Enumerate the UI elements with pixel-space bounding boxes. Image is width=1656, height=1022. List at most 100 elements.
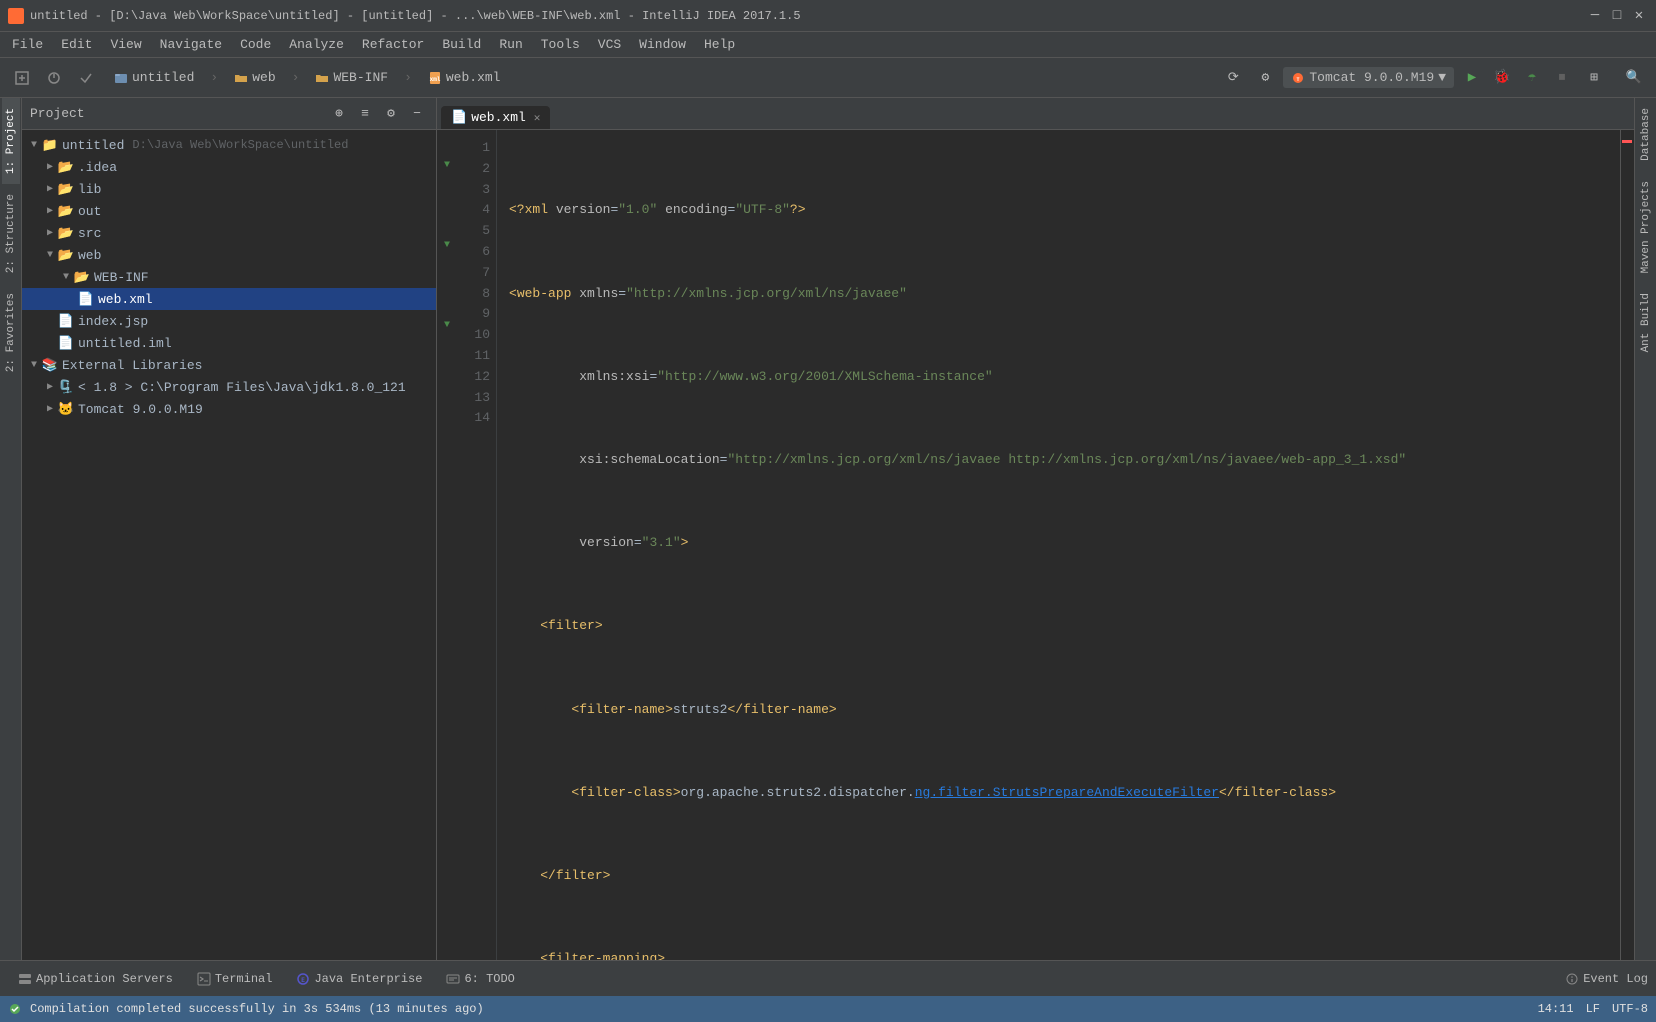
menu-run[interactable]: Run — [491, 35, 530, 54]
tree-item-jdk[interactable]: ▶ 🗜️ < 1.8 > C:\Program Files\Java\jdk1.… — [22, 376, 436, 398]
tab-close-webxml[interactable]: ✕ — [534, 111, 541, 125]
project-panel-title: Project — [30, 106, 324, 121]
toolbar-icon-3[interactable] — [72, 64, 100, 92]
sidebar-item-structure[interactable]: 2: Structure — [2, 184, 20, 283]
menu-code[interactable]: Code — [232, 35, 279, 54]
menu-analyze[interactable]: Analyze — [281, 35, 352, 54]
gutter-7 — [439, 258, 455, 278]
todo-icon — [446, 972, 460, 986]
tree-arrow-out[interactable]: ▶ — [42, 203, 58, 219]
tree-item-idea[interactable]: ▶ 📂 .idea — [22, 156, 436, 178]
coverage-button[interactable]: ☂ — [1518, 64, 1546, 92]
tree-item-lib[interactable]: ▶ 📂 lib — [22, 178, 436, 200]
gutter-icons: ▼ ▼ ▼ — [437, 130, 457, 960]
panel-settings-icon[interactable]: ⚙ — [380, 103, 402, 125]
project-tree: ▼ 📁 untitled D:\Java Web\WorkSpace\untit… — [22, 130, 436, 960]
menu-navigate[interactable]: Navigate — [152, 35, 230, 54]
gutter-6[interactable]: ▼ — [439, 238, 455, 258]
jsp-file-icon: 📄 — [58, 313, 74, 329]
menu-build[interactable]: Build — [434, 35, 489, 54]
window-controls[interactable]: ─ □ ✕ — [1586, 7, 1648, 25]
out-folder-icon: 📂 — [58, 203, 74, 219]
tree-arrow-jdk[interactable]: ▶ — [42, 379, 58, 395]
webxml-file-icon: 📄 — [78, 291, 94, 307]
tree-arrow-web[interactable]: ▼ — [42, 247, 58, 263]
status-encoding[interactable]: UTF-8 — [1612, 1002, 1648, 1016]
toolbar-icon-2[interactable] — [40, 64, 68, 92]
sidebar-item-favorites[interactable]: 2: Favorites — [2, 283, 20, 382]
tree-arrow-tomcat[interactable]: ▶ — [42, 401, 58, 417]
tree-item-src[interactable]: ▶ 📂 src — [22, 222, 436, 244]
stop-button[interactable]: ⏹ — [1548, 64, 1576, 92]
toolbar-tab-web[interactable]: web — [224, 66, 285, 89]
tree-item-extlibs[interactable]: ▼ 📚 External Libraries — [22, 354, 436, 376]
svg-text:xml: xml — [429, 76, 440, 83]
tree-arrow-webinf[interactable]: ▼ — [58, 269, 74, 285]
sidebar-item-ant[interactable]: Ant Build — [1637, 283, 1655, 362]
menu-edit[interactable]: Edit — [53, 35, 100, 54]
tree-item-out[interactable]: ▶ 📂 out — [22, 200, 436, 222]
sidebar-item-database[interactable]: Database — [1637, 98, 1655, 171]
status-linesep[interactable]: LF — [1586, 1002, 1600, 1016]
run-config-selector[interactable]: T Tomcat 9.0.0.M19 ▼ — [1283, 67, 1454, 88]
menu-window[interactable]: Window — [631, 35, 694, 54]
toolbar-layout-icon[interactable]: ⊞ — [1580, 64, 1608, 92]
tree-item-webxml[interactable]: 📄 web.xml — [22, 288, 436, 310]
debug-button[interactable]: 🐞 — [1488, 64, 1516, 92]
bottom-tab-javaee[interactable]: E Java Enterprise — [286, 968, 432, 990]
toolbar-settings-icon[interactable]: ⚙ — [1251, 64, 1279, 92]
tree-item-tomcat[interactable]: ▶ 🐱 Tomcat 9.0.0.M19 — [22, 398, 436, 420]
toolbar-icon-1[interactable] — [8, 64, 36, 92]
menu-refactor[interactable]: Refactor — [354, 35, 432, 54]
bottom-tab-appservers[interactable]: Application Servers — [8, 968, 183, 990]
toolbar-tab-untitled[interactable]: untitled — [104, 66, 204, 89]
tree-arrow-lib[interactable]: ▶ — [42, 181, 58, 197]
idea-folder-icon: 📂 — [58, 159, 74, 175]
tree-item-iml[interactable]: 📄 untitled.iml — [22, 332, 436, 354]
run-config-label: Tomcat 9.0.0.M19 — [1309, 70, 1434, 85]
xml-tab-icon: 📄 — [451, 110, 467, 125]
bottom-tab-terminal[interactable]: Terminal — [187, 968, 283, 990]
editor-content[interactable]: ▼ ▼ ▼ 1 2 3 4 5 6 — [437, 130, 1634, 960]
event-log-button[interactable]: Event Log — [1565, 972, 1648, 986]
run-button[interactable]: ▶ — [1458, 64, 1486, 92]
panel-locate-icon[interactable]: ⊕ — [328, 103, 350, 125]
title-bar: untitled - [D:\Java Web\WorkSpace\untitl… — [0, 0, 1656, 32]
close-button[interactable]: ✕ — [1630, 7, 1648, 25]
gutter-2[interactable]: ▼ — [439, 158, 455, 178]
minimize-button[interactable]: ─ — [1586, 7, 1604, 25]
menu-tools[interactable]: Tools — [533, 35, 588, 54]
menu-view[interactable]: View — [102, 35, 149, 54]
line-num-4: 4 — [457, 200, 490, 221]
maximize-button[interactable]: □ — [1608, 7, 1626, 25]
panel-collapse-icon[interactable]: ≡ — [354, 103, 376, 125]
bottom-bar: Application Servers Terminal E Java Ente… — [0, 960, 1656, 996]
sidebar-item-maven[interactable]: Maven Projects — [1637, 171, 1655, 283]
editor-tab-webxml[interactable]: 📄 web.xml ✕ — [441, 106, 550, 129]
line-num-13: 13 — [457, 388, 490, 409]
sidebar-item-project[interactable]: 1: Project — [2, 98, 20, 184]
code-area[interactable]: <?xml version="1.0" encoding="UTF-8"?> <… — [497, 130, 1620, 960]
tree-arrow-untitled[interactable]: ▼ — [26, 137, 42, 153]
tree-item-untitled[interactable]: ▼ 📁 untitled D:\Java Web\WorkSpace\untit… — [22, 134, 436, 156]
menu-bar: File Edit View Navigate Code Analyze Ref… — [0, 32, 1656, 58]
tree-arrow-src[interactable]: ▶ — [42, 225, 58, 241]
tree-arrow-idea[interactable]: ▶ — [42, 159, 58, 175]
menu-help[interactable]: Help — [696, 35, 743, 54]
tree-item-web[interactable]: ▼ 📂 web — [22, 244, 436, 266]
editor-area: 📄 web.xml ✕ ▼ ▼ ▼ — [437, 98, 1634, 960]
menu-file[interactable]: File — [4, 35, 51, 54]
bottom-tab-todo[interactable]: 6: TODO — [436, 968, 524, 990]
menu-vcs[interactable]: VCS — [590, 35, 629, 54]
panel-hide-icon[interactable]: − — [406, 103, 428, 125]
code-line-5: version="3.1"> — [509, 533, 1612, 554]
toolbar-search-icon[interactable]: 🔍 — [1620, 64, 1648, 92]
tree-arrow-extlibs[interactable]: ▼ — [26, 357, 42, 373]
tree-item-webinf[interactable]: ▼ 📂 WEB-INF — [22, 266, 436, 288]
status-position[interactable]: 14:11 — [1538, 1002, 1574, 1016]
gutter-10[interactable]: ▼ — [439, 318, 455, 338]
toolbar-tab-webinf[interactable]: WEB-INF — [305, 66, 398, 89]
tree-item-indexjsp[interactable]: 📄 index.jsp — [22, 310, 436, 332]
toolbar-sync-icon[interactable]: ⟳ — [1219, 64, 1247, 92]
toolbar-tab-webxml[interactable]: xml web.xml — [418, 66, 511, 89]
